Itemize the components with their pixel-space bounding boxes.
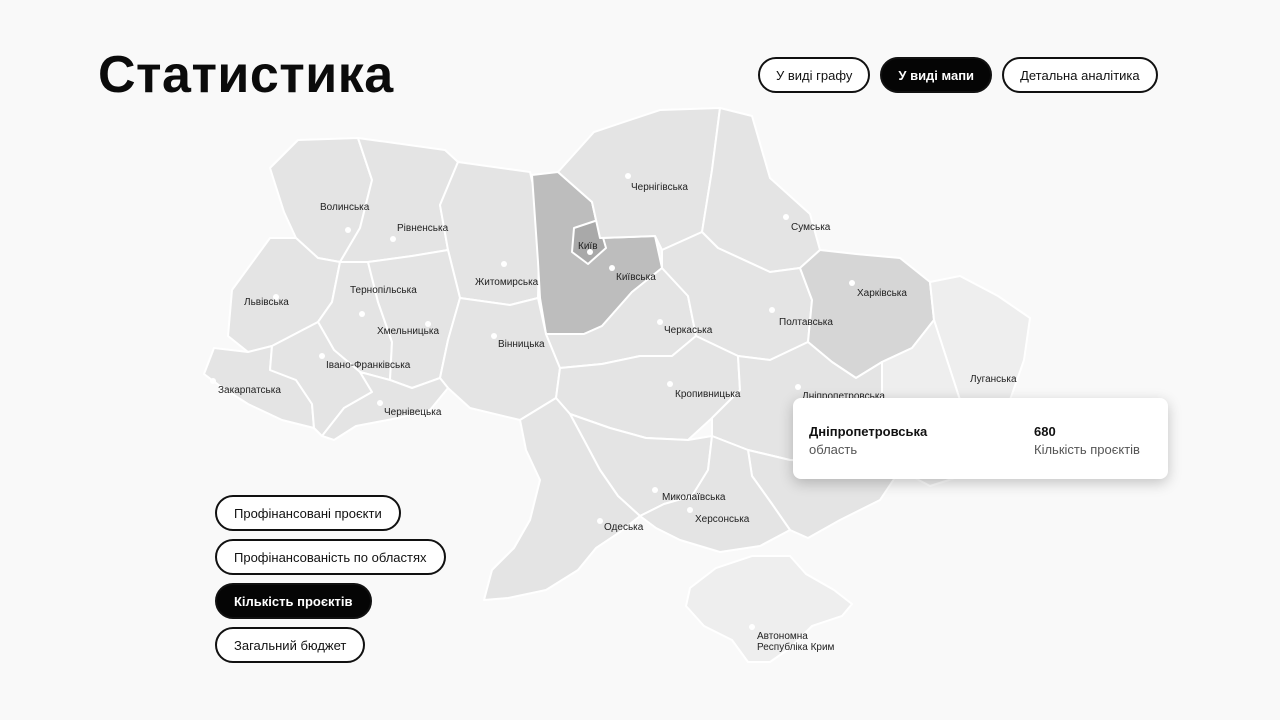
funding-by-region-button[interactable]: Профінансованість по областях [215,539,446,575]
region-vinnytska[interactable] [439,297,561,421]
label-sumska: Сумська [791,222,831,233]
label-poltavska: Полтавська [779,317,833,328]
region-tooltip: Дніпропетровська область 680 Кількість п… [793,398,1168,479]
project-count-button[interactable]: Кількість проєктів [215,583,372,619]
label-mykolaivska: Миколаївська [662,492,726,503]
metric-selector: Профінансовані проєкти Профінансованість… [215,495,446,663]
funded-projects-button[interactable]: Профінансовані проєкти [215,495,401,531]
label-chernivetska: Чернівецька [384,407,442,418]
label-chernihivska: Чернігівська [631,182,688,193]
tooltip-value: 680 [1034,424,1056,439]
label-lvivska: Львівська [244,297,289,308]
label-zhytomyrska: Житомирська [475,277,539,288]
label-crimea-line1: Автономна [757,631,808,642]
label-khersonska: Херсонська [695,514,750,525]
tooltip-region-name: Дніпропетровська [809,424,928,439]
region-sumska[interactable] [701,107,821,273]
label-ternopilska: Тернопільська [350,285,417,296]
label-vinnytska: Вінницька [498,339,545,350]
label-zakarpatska: Закарпатська [218,385,281,396]
label-volynska: Волинська [320,202,370,213]
tooltip-metric-label: Кількість проєктів [1034,442,1140,457]
ukraine-map: Волинська Рівненська Житомирська Київ Ки… [203,107,1031,663]
label-odeska: Одеська [604,522,644,533]
label-kyiv: Київ [578,241,598,252]
label-cherkaska: Черкаська [664,325,713,336]
label-rivnenska: Рівненська [397,223,449,234]
tooltip-region-sub: область [809,442,858,457]
total-budget-button[interactable]: Загальний бюджет [215,627,366,663]
label-crimea-line2: Республіка Крим [757,641,835,653]
label-khmelnytska: Хмельницька [377,326,439,337]
label-kyivska: Київська [616,272,656,283]
label-ivano-frankivska: Івано-Франківська [326,360,411,371]
label-luhanska: Луганська [970,374,1017,385]
label-kropyvnytska: Кропивницька [675,389,741,400]
label-kharkivska: Харківська [857,288,907,299]
